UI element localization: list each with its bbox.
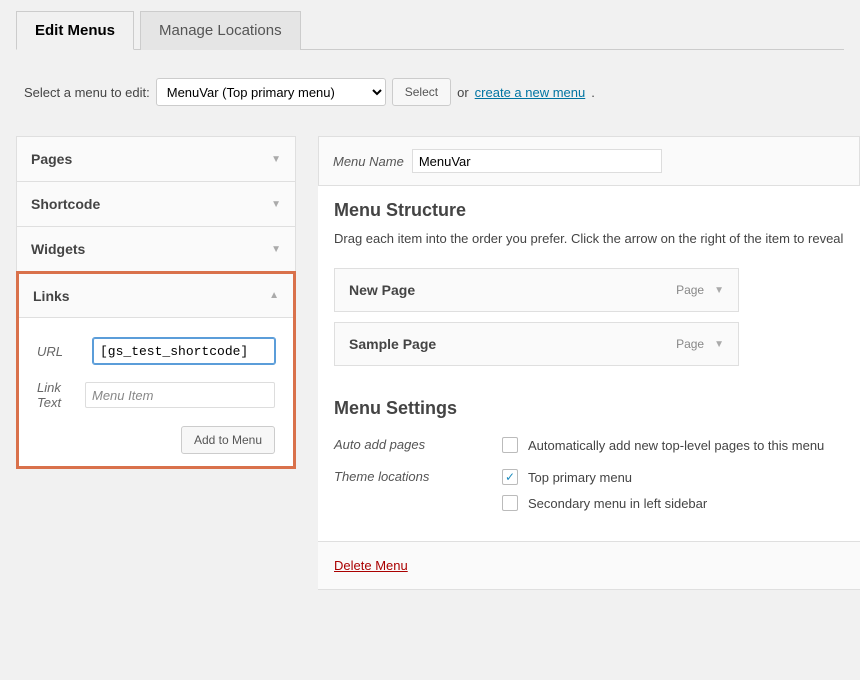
caret-down-icon: ▼: [271, 199, 281, 210]
accordion-links: Links ▲ URL Link Text Add to Menu: [16, 271, 296, 469]
menu-name-label: Menu Name: [333, 154, 404, 169]
url-row: URL: [37, 338, 275, 364]
create-new-menu-link[interactable]: create a new menu: [475, 85, 586, 100]
accordion-header-pages[interactable]: Pages ▼: [17, 137, 295, 181]
accordion-title-pages: Pages: [31, 151, 72, 167]
auto-add-text: Automatically add new top-level pages to…: [528, 438, 824, 453]
nav-tabs: Edit Menus Manage Locations: [16, 10, 844, 50]
menu-name-input[interactable]: [412, 149, 662, 173]
auto-add-label: Auto add pages: [334, 437, 502, 453]
menu-item-title: Sample Page: [349, 336, 436, 352]
tab-edit-menus[interactable]: Edit Menus: [16, 11, 134, 50]
top-primary-text: Top primary menu: [528, 470, 632, 485]
accordion-title-links: Links: [33, 288, 70, 304]
menu-structure-heading: Menu Structure: [334, 200, 844, 221]
url-input[interactable]: [93, 338, 275, 364]
link-text-row: Link Text: [37, 380, 275, 410]
caret-down-icon[interactable]: ▼: [714, 339, 724, 350]
accordion-header-widgets[interactable]: Widgets ▼: [17, 227, 295, 271]
menu-panel: Menu Name Menu Structure Drag each item …: [318, 136, 860, 590]
caret-down-icon: ▼: [271, 154, 281, 165]
link-text-input[interactable]: [85, 382, 275, 408]
accordion-header-shortcode[interactable]: Shortcode ▼: [17, 182, 295, 226]
links-body: URL Link Text Add to Menu: [19, 318, 293, 466]
secondary-menu-checkbox[interactable]: [502, 495, 518, 511]
accordion-pages: Pages ▼: [16, 136, 296, 182]
menu-item-type-text: Page: [676, 283, 704, 297]
caret-up-icon: ▲: [269, 290, 279, 301]
accordion-widgets: Widgets ▼: [16, 226, 296, 272]
delete-menu-link[interactable]: Delete Menu: [334, 558, 408, 573]
menu-item-title: New Page: [349, 282, 415, 298]
menu-settings-heading: Menu Settings: [334, 398, 844, 419]
select-menu-label: Select a menu to edit:: [24, 85, 150, 100]
caret-down-icon[interactable]: ▼: [714, 285, 724, 296]
accordion-title-widgets: Widgets: [31, 241, 85, 257]
main-columns: Pages ▼ Shortcode ▼ Widgets ▼ Links ▲: [16, 136, 860, 590]
menu-item-type: Page ▼: [676, 283, 724, 297]
secondary-menu-text: Secondary menu in left sidebar: [528, 496, 707, 511]
auto-add-value: Automatically add new top-level pages to…: [502, 437, 824, 453]
right-column: Menu Name Menu Structure Drag each item …: [318, 136, 860, 590]
secondary-menu-row: Secondary menu in left sidebar: [502, 495, 707, 511]
theme-locations-value: ✓ Top primary menu Secondary menu in lef…: [502, 469, 707, 511]
url-label: URL: [37, 344, 81, 359]
auto-add-checkbox[interactable]: [502, 437, 518, 453]
menu-structure-help: Drag each item into the order you prefer…: [334, 231, 844, 246]
menu-select-dropdown[interactable]: MenuVar (Top primary menu): [156, 78, 386, 106]
tab-manage-locations[interactable]: Manage Locations: [140, 11, 301, 50]
menu-structure-section: Menu Structure Drag each item into the o…: [318, 186, 860, 398]
menu-name-row: Menu Name: [318, 136, 860, 186]
menu-item-type: Page ▼: [676, 337, 724, 351]
select-button[interactable]: Select: [392, 78, 451, 106]
top-primary-row: ✓ Top primary menu: [502, 469, 707, 485]
accordion-header-links[interactable]: Links ▲: [19, 274, 293, 318]
period: .: [591, 85, 595, 100]
add-to-menu-row: Add to Menu: [37, 426, 275, 454]
link-text-label: Link Text: [37, 380, 73, 410]
auto-add-pages-row: Auto add pages Automatically add new top…: [334, 429, 844, 461]
menu-settings-section: Menu Settings Auto add pages Automatical…: [318, 398, 860, 541]
accordion-title-shortcode: Shortcode: [31, 196, 100, 212]
add-to-menu-button[interactable]: Add to Menu: [181, 426, 275, 454]
caret-down-icon: ▼: [271, 244, 281, 255]
auto-add-checkbox-row: Automatically add new top-level pages to…: [502, 437, 824, 453]
or-text: or: [457, 85, 469, 100]
top-primary-checkbox[interactable]: ✓: [502, 469, 518, 485]
menu-footer: Delete Menu: [318, 541, 860, 589]
accordion-shortcode: Shortcode ▼: [16, 181, 296, 227]
menu-item[interactable]: New Page Page ▼: [334, 268, 739, 312]
menu-item[interactable]: Sample Page Page ▼: [334, 322, 739, 366]
theme-locations-label: Theme locations: [334, 469, 502, 511]
menu-select-row: Select a menu to edit: MenuVar (Top prim…: [24, 78, 844, 106]
menu-item-type-text: Page: [676, 337, 704, 351]
theme-locations-row: Theme locations ✓ Top primary menu Secon…: [334, 461, 844, 519]
left-column: Pages ▼ Shortcode ▼ Widgets ▼ Links ▲: [16, 136, 296, 590]
